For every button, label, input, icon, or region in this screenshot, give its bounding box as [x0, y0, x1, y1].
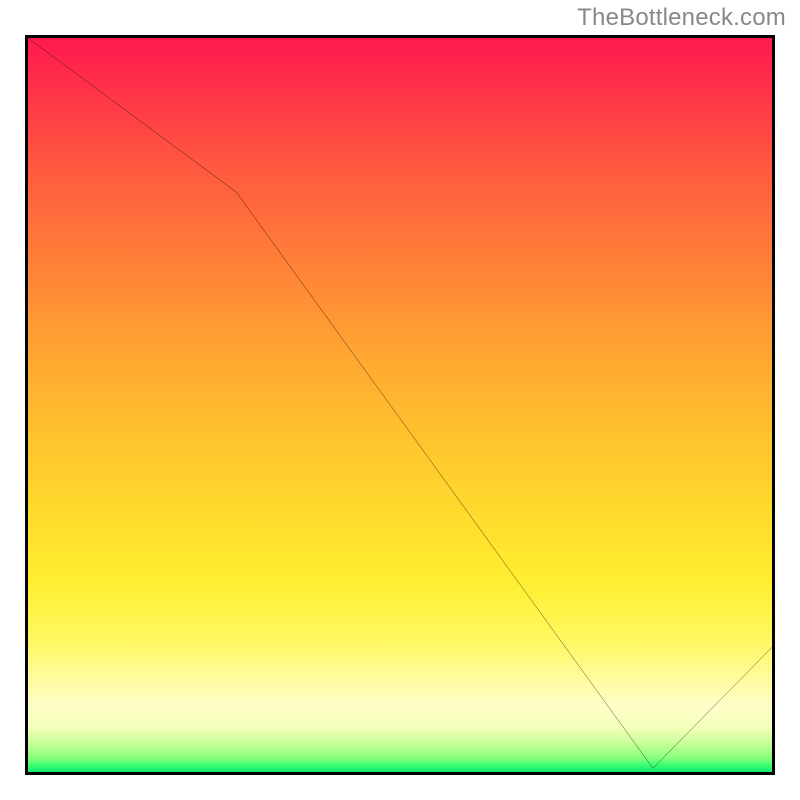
chart-frame	[25, 35, 775, 775]
bottleneck-curve	[28, 38, 772, 768]
watermark-text: TheBottleneck.com	[577, 4, 786, 32]
chart-line-svg	[28, 38, 772, 772]
